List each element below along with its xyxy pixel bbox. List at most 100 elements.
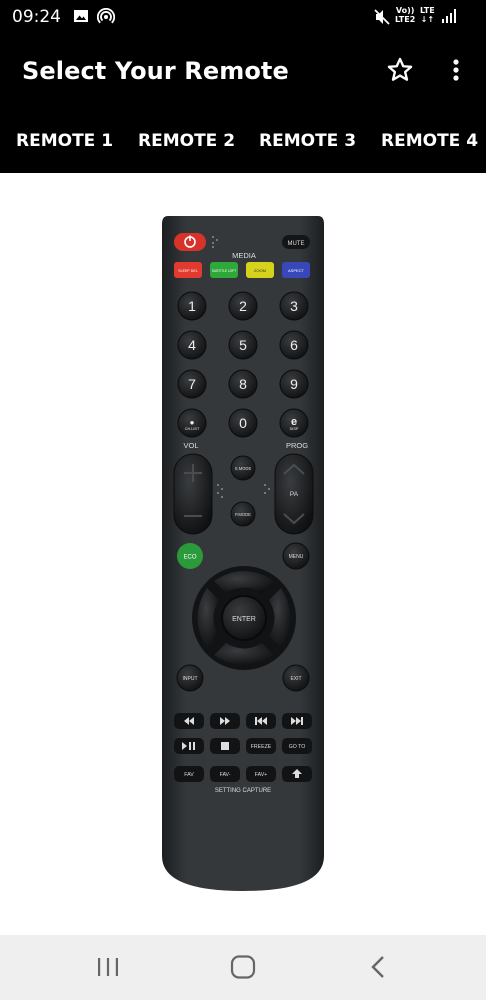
rewind-button[interactable]	[174, 713, 204, 729]
input-label: INPUT	[183, 676, 198, 682]
star-outline-icon[interactable]	[386, 56, 414, 84]
play-pause-button[interactable]	[174, 738, 204, 754]
hotspot-icon	[96, 7, 116, 31]
smode-button[interactable]: S.MODE	[230, 455, 256, 481]
more-vert-icon[interactable]	[446, 56, 466, 84]
next-button[interactable]	[282, 713, 312, 729]
digit-label: 6	[290, 337, 298, 353]
menu-label: MENU	[289, 554, 304, 560]
fav-label: FAV	[184, 772, 194, 778]
previous-button[interactable]	[246, 713, 276, 729]
lte-indicator: LTE ↓↑	[420, 6, 435, 24]
tab-remote-3[interactable]: REMOTE 3	[259, 131, 356, 151]
digit-label: 1	[188, 298, 196, 314]
mute-label: MUTE	[288, 241, 305, 247]
channel-list-button[interactable]: ●CH.LIST	[177, 408, 207, 438]
digit-key[interactable]: 7	[177, 369, 207, 399]
pmode-button[interactable]: P.MODE	[230, 501, 256, 527]
green-key[interactable]: SUBTITLE LOPT	[210, 262, 238, 278]
lte2-text: LTE2	[395, 15, 416, 24]
data-arrows-icon: ↓↑	[420, 15, 435, 24]
exit-button[interactable]: EXIT	[282, 664, 310, 692]
fav-plus-label: FAV+	[255, 772, 267, 778]
smode-label: S.MODE	[235, 466, 252, 471]
fav-plus-button[interactable]: FAV+	[246, 766, 276, 782]
digit-label: 4	[188, 337, 196, 353]
list-icon: ●	[190, 418, 195, 427]
pmode-label: P.MODE	[235, 512, 251, 517]
channel-list-label: CH.LIST	[185, 427, 200, 431]
program-rocker[interactable]: PA	[274, 453, 314, 535]
digit-key[interactable]: 1	[177, 291, 207, 321]
signal-icon	[441, 8, 459, 29]
digit-label: 0	[239, 415, 247, 431]
menu-button[interactable]: MENU	[282, 542, 310, 570]
stop-icon	[221, 742, 229, 750]
pa-label: PA	[290, 491, 299, 498]
display-button[interactable]: eDISP	[279, 408, 309, 438]
exit-label: EXIT	[290, 676, 301, 682]
prog-label: PROG	[286, 441, 308, 450]
image-icon	[73, 8, 89, 29]
blue-key[interactable]: ASPECT	[282, 262, 310, 278]
navigation-bar	[0, 935, 486, 1000]
enter-label: ENTER	[232, 616, 256, 623]
tab-remote-4[interactable]: REMOTE 4	[381, 131, 478, 151]
volume-rocker[interactable]	[173, 453, 213, 535]
red-key-label: SLEEP DEL	[178, 269, 198, 273]
remote-image: MUTE MEDIA SLEEP DEL SUBTITLE LOPT ZOOM …	[162, 216, 324, 891]
remote-tabs: REMOTE 1 REMOTE 2 REMOTE 3 REMOTE 4	[0, 110, 486, 173]
eco-button[interactable]: ECO	[177, 543, 203, 569]
yellow-key[interactable]: ZOOM	[246, 262, 274, 278]
yellow-key-label: ZOOM	[254, 268, 266, 273]
mute-button[interactable]: MUTE	[282, 235, 310, 249]
fav-minus-label: FAV-	[220, 772, 231, 778]
blue-key-label: ASPECT	[288, 268, 305, 273]
fav-minus-button[interactable]: FAV-	[210, 766, 240, 782]
status-bar: 09:24 Vo)) LTE2 LTE ↓↑	[0, 0, 486, 34]
tab-remote-2[interactable]: REMOTE 2	[138, 131, 235, 151]
goto-button[interactable]: GO TO	[282, 738, 312, 754]
fav-button[interactable]: FAV	[174, 766, 204, 782]
recents-icon[interactable]	[96, 955, 120, 984]
fast-forward-button[interactable]	[210, 713, 240, 729]
media-label: MEDIA	[232, 251, 256, 260]
digit-label: 9	[290, 376, 298, 392]
back-icon[interactable]	[369, 955, 389, 984]
page-title: Select Your Remote	[22, 57, 289, 85]
digit-label: 3	[290, 298, 298, 314]
capture-button[interactable]	[282, 766, 312, 782]
power-button[interactable]	[174, 233, 206, 251]
mute-icon	[373, 8, 391, 31]
tab-remote-1[interactable]: REMOTE 1	[16, 131, 113, 151]
digit-key[interactable]: 9	[279, 369, 309, 399]
red-key[interactable]: SLEEP DEL	[174, 262, 202, 278]
digit-key[interactable]: 2	[228, 291, 258, 321]
stop-button[interactable]	[210, 738, 240, 754]
freeze-button[interactable]: FREEZE	[246, 738, 276, 754]
digit-key[interactable]: 3	[279, 291, 309, 321]
digit-key[interactable]: 4	[177, 330, 207, 360]
freeze-label: FREEZE	[251, 744, 272, 750]
home-icon[interactable]	[230, 955, 256, 984]
digit-key[interactable]: 8	[228, 369, 258, 399]
dpad[interactable]: ENTER	[192, 566, 296, 670]
volte-text: Vo))	[395, 6, 415, 15]
eco-label: ECO	[183, 555, 196, 561]
app-bar: Select Your Remote	[0, 34, 486, 110]
vol-label: VOL	[183, 441, 198, 450]
green-key-label: SUBTITLE LOPT	[212, 269, 236, 273]
lte-text: LTE	[420, 6, 435, 15]
digit-label: 2	[239, 298, 247, 314]
setting-capture-label: SETTING CAPTURE	[215, 788, 271, 794]
digit-label: 7	[188, 376, 196, 392]
digit-key[interactable]: 5	[228, 330, 258, 360]
digit-key[interactable]: 0	[228, 408, 258, 438]
digit-label: 8	[239, 376, 247, 392]
goto-label: GO TO	[289, 744, 306, 750]
input-button[interactable]: INPUT	[176, 664, 204, 692]
volte-indicator: Vo)) LTE2	[395, 6, 415, 24]
display-label: DISP	[290, 427, 299, 431]
digit-key[interactable]: 6	[279, 330, 309, 360]
content-area: MUTE MEDIA SLEEP DEL SUBTITLE LOPT ZOOM …	[0, 173, 486, 935]
